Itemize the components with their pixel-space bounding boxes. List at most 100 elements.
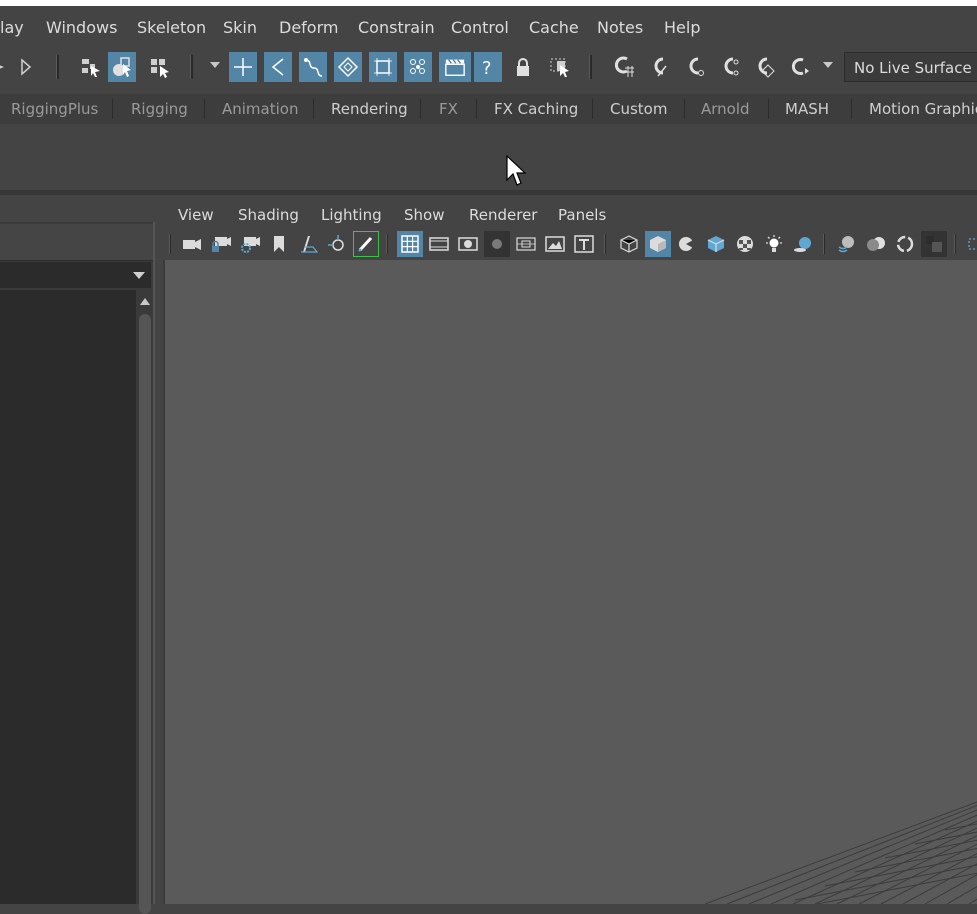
tab-divider (420, 99, 421, 119)
help-question-icon[interactable]: ? (474, 52, 502, 82)
viewport-menu-renderer[interactable]: Renderer (469, 206, 537, 224)
toolbar-separator (823, 234, 825, 254)
magnet-live-icon[interactable] (716, 52, 744, 82)
motion-blur-icon[interactable] (863, 231, 889, 257)
menu-notes[interactable]: Notes (597, 18, 643, 37)
menu-help[interactable]: Help (664, 18, 700, 37)
tab-divider (112, 99, 113, 119)
shadows-icon[interactable] (790, 231, 816, 257)
tab-custom[interactable]: Custom (610, 94, 667, 124)
menu-display-partial[interactable]: lay (0, 18, 24, 37)
image-plane-icon[interactable] (295, 231, 321, 257)
scrollbar-thumb[interactable] (139, 314, 151, 914)
make-live-icon[interactable] (404, 52, 432, 82)
select-hierarchy-icon[interactable] (76, 52, 104, 82)
tab-divider (476, 99, 477, 119)
snap-to-view-plane-icon[interactable] (334, 52, 362, 82)
magnet-view-icon[interactable] (785, 52, 813, 82)
3d-viewport[interactable] (163, 260, 977, 904)
menu-skin[interactable]: Skin (223, 18, 257, 37)
scroll-up-icon[interactable] (140, 298, 150, 305)
triangle-play-icon[interactable] (18, 52, 34, 82)
lock-icon[interactable] (509, 52, 537, 82)
tab-animation[interactable]: Animation (222, 94, 298, 124)
wireframe-icon[interactable] (616, 231, 642, 257)
smooth-shade-icon[interactable] (645, 231, 671, 257)
depth-of-field-icon[interactable] (921, 231, 947, 257)
select-object-icon[interactable] (108, 52, 136, 82)
menu-deform[interactable]: Deform (279, 18, 338, 37)
resolution-gate-icon[interactable] (455, 231, 481, 257)
live-surface-field[interactable]: No Live Surface (844, 52, 977, 82)
safe-title-icon[interactable] (571, 231, 597, 257)
magnet-point-icon[interactable] (680, 52, 708, 82)
tab-mash[interactable]: MASH (785, 94, 829, 124)
tab-riggingplus[interactable]: RiggingPlus (11, 94, 98, 124)
viewport-menu-bar: View Shading Lighting Show Renderer Pane… (161, 198, 977, 228)
tab-rigging[interactable]: Rigging (131, 94, 188, 124)
bookmark-icon[interactable] (266, 231, 292, 257)
viewport-menu-panels[interactable]: Panels (558, 206, 606, 224)
menu-windows[interactable]: Windows (46, 18, 117, 37)
status-line-separator (190, 55, 193, 79)
mouse-cursor-icon (506, 154, 527, 186)
grid-icon[interactable] (397, 231, 423, 257)
snap-to-curve-icon[interactable] (264, 52, 292, 82)
chevron-down-icon[interactable] (133, 272, 145, 279)
viewport-menu-show[interactable]: Show (404, 206, 444, 224)
menu-control[interactable]: Control (451, 18, 509, 37)
anti-aliasing-icon[interactable] (892, 231, 918, 257)
2d-pan-zoom-icon[interactable] (324, 231, 350, 257)
snap-to-point-icon[interactable] (299, 52, 327, 82)
lock-camera-icon[interactable] (208, 231, 234, 257)
viewport-menu-view[interactable]: View (178, 206, 214, 224)
film-gate-icon[interactable] (426, 231, 452, 257)
grid-line (902, 863, 977, 904)
default-material-icon[interactable] (674, 231, 700, 257)
snap-to-projected-center-icon[interactable] (369, 52, 397, 82)
tab-arnold[interactable]: Arnold (701, 94, 750, 124)
main-menu-bar: lay Windows Skeleton Skin Deform Constra… (0, 6, 977, 46)
left-panel-dropdown[interactable] (0, 262, 151, 288)
select-component-icon[interactable] (145, 52, 173, 82)
panel-splitter[interactable] (153, 222, 155, 904)
screen-space-ao-icon[interactable] (834, 231, 860, 257)
grease-pencil-icon[interactable] (353, 231, 379, 257)
select-camera-icon[interactable] (179, 231, 205, 257)
tab-divider (851, 99, 852, 119)
magnet-grid-icon[interactable] (610, 52, 638, 82)
tab-fx[interactable]: FX (439, 94, 458, 124)
chevron-down-icon[interactable] (210, 62, 220, 68)
menu-skeleton[interactable]: Skeleton (137, 18, 206, 37)
chevron-down-icon[interactable] (823, 62, 833, 68)
isolate-select-icon[interactable] (965, 231, 977, 257)
textured-icon[interactable] (732, 231, 758, 257)
magnet-curve-icon[interactable] (645, 52, 673, 82)
left-panel-list[interactable] (0, 290, 136, 904)
safe-action-icon[interactable] (542, 231, 568, 257)
menu-constrain[interactable]: Constrain (358, 18, 435, 37)
left-panel-scrollbar[interactable] (137, 290, 153, 914)
tab-rendering[interactable]: Rendering (331, 94, 408, 124)
viewport-menu-lighting[interactable]: Lighting (321, 206, 382, 224)
magnet-plane-icon[interactable] (750, 52, 778, 82)
snap-to-grid-icon[interactable] (229, 52, 257, 82)
status-line-separator (589, 55, 592, 79)
gate-mask-icon[interactable] (484, 231, 510, 257)
viewport-menu-shading[interactable]: Shading (238, 206, 299, 224)
menu-cache[interactable]: Cache (529, 18, 579, 37)
svg-text:?: ? (482, 58, 492, 78)
grid-line (836, 835, 977, 904)
render-clapper-icon[interactable] (439, 52, 471, 82)
tab-fx-caching[interactable]: FX Caching (494, 94, 578, 124)
grid-line (824, 856, 977, 887)
toolbar-separator (954, 234, 956, 254)
tab-motion-graphics[interactable]: Motion Graphics (869, 94, 977, 124)
use-all-lights-icon[interactable] (761, 231, 787, 257)
camera-attributes-icon[interactable] (237, 231, 263, 257)
field-chart-icon[interactable] (513, 231, 539, 257)
select-region-icon[interactable] (546, 52, 574, 82)
arrow-right-icon[interactable] (0, 52, 8, 82)
tab-divider (592, 99, 593, 119)
wireframe-on-shaded-icon[interactable] (703, 231, 729, 257)
